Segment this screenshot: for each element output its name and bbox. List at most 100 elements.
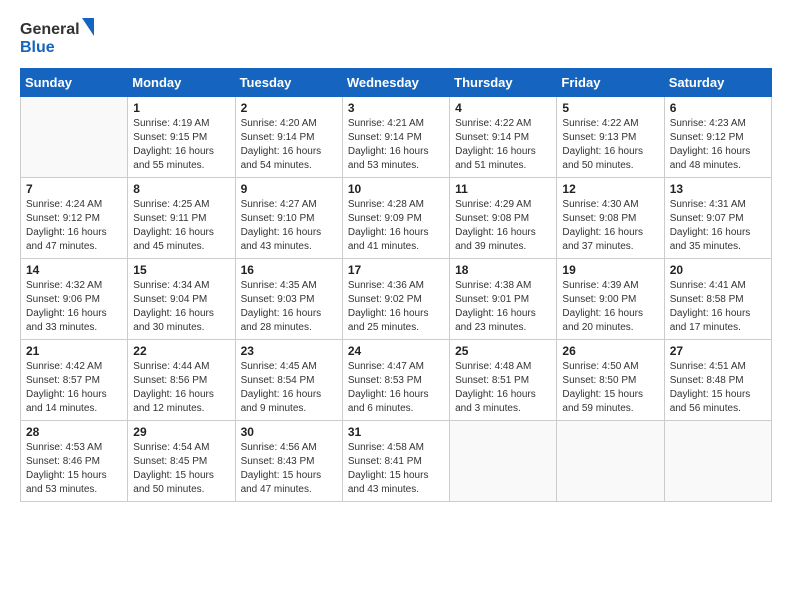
page: GeneralBlue SundayMondayTuesdayWednesday… <box>0 0 792 518</box>
day-number: 1 <box>133 101 229 115</box>
day-cell: 30 Sunrise: 4:56 AM Sunset: 8:43 PM Dayli… <box>235 421 342 502</box>
day-number: 20 <box>670 263 766 277</box>
day-info: Sunrise: 4:45 AM Sunset: 8:54 PM Dayligh… <box>241 360 337 416</box>
day-info: Sunrise: 4:27 AM Sunset: 9:10 PM Dayligh… <box>241 198 337 254</box>
day-cell: 10 Sunrise: 4:28 AM Sunset: 9:09 PM Dayli… <box>342 178 449 259</box>
day-cell <box>557 421 664 502</box>
day-cell: 23Sunrise: 4:45 AM Sunset: 8:54 PM Dayli… <box>235 340 342 421</box>
day-number: 2 <box>241 101 337 115</box>
day-info: Sunrise: 4:47 AM Sunset: 8:53 PM Dayligh… <box>348 360 444 416</box>
day-number: 21 <box>26 344 122 358</box>
day-number: 12 <box>562 182 658 196</box>
day-number: 14 <box>26 263 122 277</box>
calendar: SundayMondayTuesdayWednesdayThursdayFrid… <box>20 68 772 502</box>
day-header-sunday: Sunday <box>21 69 128 97</box>
day-cell: 15 Sunrise: 4:34 AM Sunset: 9:04 PM Dayli… <box>128 259 235 340</box>
day-cell: 21Sunrise: 4:42 AM Sunset: 8:57 PM Dayli… <box>21 340 128 421</box>
day-number: 30 <box>241 425 337 439</box>
day-header-friday: Friday <box>557 69 664 97</box>
day-number: 8 <box>133 182 229 196</box>
day-cell: 19 Sunrise: 4:39 AM Sunset: 9:00 PM Dayli… <box>557 259 664 340</box>
day-number: 5 <box>562 101 658 115</box>
week-row-5: 28 Sunrise: 4:53 AM Sunset: 8:46 PM Dayli… <box>21 421 772 502</box>
day-cell: 11 Sunrise: 4:29 AM Sunset: 9:08 PM Dayli… <box>450 178 557 259</box>
day-cell: 9 Sunrise: 4:27 AM Sunset: 9:10 PM Daylig… <box>235 178 342 259</box>
day-info: Sunrise: 4:48 AM Sunset: 8:51 PM Dayligh… <box>455 360 551 416</box>
day-number: 27 <box>670 344 766 358</box>
day-info: Sunrise: 4:56 AM Sunset: 8:43 PM Dayligh… <box>241 441 337 497</box>
day-number: 16 <box>241 263 337 277</box>
day-info: Sunrise: 4:39 AM Sunset: 9:00 PM Dayligh… <box>562 279 658 335</box>
day-cell: 3Sunrise: 4:21 AM Sunset: 9:14 PM Daylig… <box>342 97 449 178</box>
day-cell: 20 Sunrise: 4:41 AM Sunset: 8:58 PM Dayli… <box>664 259 771 340</box>
day-info: Sunrise: 4:38 AM Sunset: 9:01 PM Dayligh… <box>455 279 551 335</box>
day-number: 19 <box>562 263 658 277</box>
day-cell: 14 Sunrise: 4:32 AM Sunset: 9:06 PM Dayli… <box>21 259 128 340</box>
day-cell: 4 Sunrise: 4:22 AM Sunset: 9:14 PM Daylig… <box>450 97 557 178</box>
day-info: Sunrise: 4:35 AM Sunset: 9:03 PM Dayligh… <box>241 279 337 335</box>
day-info: Sunrise: 4:51 AM Sunset: 8:48 PM Dayligh… <box>670 360 766 416</box>
day-cell <box>450 421 557 502</box>
day-cell: 6Sunrise: 4:23 AM Sunset: 9:12 PM Daylig… <box>664 97 771 178</box>
day-number: 29 <box>133 425 229 439</box>
day-cell: 8 Sunrise: 4:25 AM Sunset: 9:11 PM Daylig… <box>128 178 235 259</box>
day-cell: 28 Sunrise: 4:53 AM Sunset: 8:46 PM Dayli… <box>21 421 128 502</box>
day-number: 4 <box>455 101 551 115</box>
day-cell: 12 Sunrise: 4:30 AM Sunset: 9:08 PM Dayli… <box>557 178 664 259</box>
week-row-4: 21Sunrise: 4:42 AM Sunset: 8:57 PM Dayli… <box>21 340 772 421</box>
day-number: 18 <box>455 263 551 277</box>
day-cell: 5 Sunrise: 4:22 AM Sunset: 9:13 PM Daylig… <box>557 97 664 178</box>
day-number: 11 <box>455 182 551 196</box>
day-info: Sunrise: 4:22 AM Sunset: 9:14 PM Dayligh… <box>455 117 551 173</box>
day-cell <box>21 97 128 178</box>
day-info: Sunrise: 4:53 AM Sunset: 8:46 PM Dayligh… <box>26 441 122 497</box>
day-cell: 25Sunrise: 4:48 AM Sunset: 8:51 PM Dayli… <box>450 340 557 421</box>
day-info: Sunrise: 4:31 AM Sunset: 9:07 PM Dayligh… <box>670 198 766 254</box>
day-cell: 18 Sunrise: 4:38 AM Sunset: 9:01 PM Dayli… <box>450 259 557 340</box>
week-row-3: 14 Sunrise: 4:32 AM Sunset: 9:06 PM Dayli… <box>21 259 772 340</box>
day-info: Sunrise: 4:22 AM Sunset: 9:13 PM Dayligh… <box>562 117 658 173</box>
day-number: 31 <box>348 425 444 439</box>
day-info: Sunrise: 4:50 AM Sunset: 8:50 PM Dayligh… <box>562 360 658 416</box>
day-header-saturday: Saturday <box>664 69 771 97</box>
day-info: Sunrise: 4:30 AM Sunset: 9:08 PM Dayligh… <box>562 198 658 254</box>
day-info: Sunrise: 4:54 AM Sunset: 8:45 PM Dayligh… <box>133 441 229 497</box>
day-info: Sunrise: 4:32 AM Sunset: 9:06 PM Dayligh… <box>26 279 122 335</box>
day-number: 17 <box>348 263 444 277</box>
logo: GeneralBlue <box>20 16 100 60</box>
day-info: Sunrise: 4:20 AM Sunset: 9:14 PM Dayligh… <box>241 117 337 173</box>
day-cell: 16 Sunrise: 4:35 AM Sunset: 9:03 PM Dayli… <box>235 259 342 340</box>
day-info: Sunrise: 4:25 AM Sunset: 9:11 PM Dayligh… <box>133 198 229 254</box>
day-info: Sunrise: 4:58 AM Sunset: 8:41 PM Dayligh… <box>348 441 444 497</box>
day-number: 15 <box>133 263 229 277</box>
day-number: 24 <box>348 344 444 358</box>
svg-text:General: General <box>20 21 80 38</box>
day-info: Sunrise: 4:21 AM Sunset: 9:14 PM Dayligh… <box>348 117 444 173</box>
day-number: 26 <box>562 344 658 358</box>
day-cell: 24 Sunrise: 4:47 AM Sunset: 8:53 PM Dayli… <box>342 340 449 421</box>
day-cell: 29 Sunrise: 4:54 AM Sunset: 8:45 PM Dayli… <box>128 421 235 502</box>
day-info: Sunrise: 4:24 AM Sunset: 9:12 PM Dayligh… <box>26 198 122 254</box>
week-row-2: 7 Sunrise: 4:24 AM Sunset: 9:12 PM Daylig… <box>21 178 772 259</box>
day-cell: 22Sunrise: 4:44 AM Sunset: 8:56 PM Dayli… <box>128 340 235 421</box>
day-cell: 31 Sunrise: 4:58 AM Sunset: 8:41 PM Dayli… <box>342 421 449 502</box>
day-cell: 13Sunrise: 4:31 AM Sunset: 9:07 PM Dayli… <box>664 178 771 259</box>
day-number: 7 <box>26 182 122 196</box>
day-header-thursday: Thursday <box>450 69 557 97</box>
day-info: Sunrise: 4:28 AM Sunset: 9:09 PM Dayligh… <box>348 198 444 254</box>
day-info: Sunrise: 4:34 AM Sunset: 9:04 PM Dayligh… <box>133 279 229 335</box>
day-cell: 17Sunrise: 4:36 AM Sunset: 9:02 PM Dayli… <box>342 259 449 340</box>
day-number: 28 <box>26 425 122 439</box>
logo-icon: GeneralBlue <box>20 16 100 60</box>
day-cell: 7 Sunrise: 4:24 AM Sunset: 9:12 PM Daylig… <box>21 178 128 259</box>
day-header-wednesday: Wednesday <box>342 69 449 97</box>
days-header-row: SundayMondayTuesdayWednesdayThursdayFrid… <box>21 69 772 97</box>
day-number: 10 <box>348 182 444 196</box>
day-info: Sunrise: 4:41 AM Sunset: 8:58 PM Dayligh… <box>670 279 766 335</box>
day-info: Sunrise: 4:29 AM Sunset: 9:08 PM Dayligh… <box>455 198 551 254</box>
svg-text:Blue: Blue <box>20 39 55 56</box>
day-info: Sunrise: 4:23 AM Sunset: 9:12 PM Dayligh… <box>670 117 766 173</box>
day-cell: 1Sunrise: 4:19 AM Sunset: 9:15 PM Daylig… <box>128 97 235 178</box>
day-cell <box>664 421 771 502</box>
day-number: 9 <box>241 182 337 196</box>
